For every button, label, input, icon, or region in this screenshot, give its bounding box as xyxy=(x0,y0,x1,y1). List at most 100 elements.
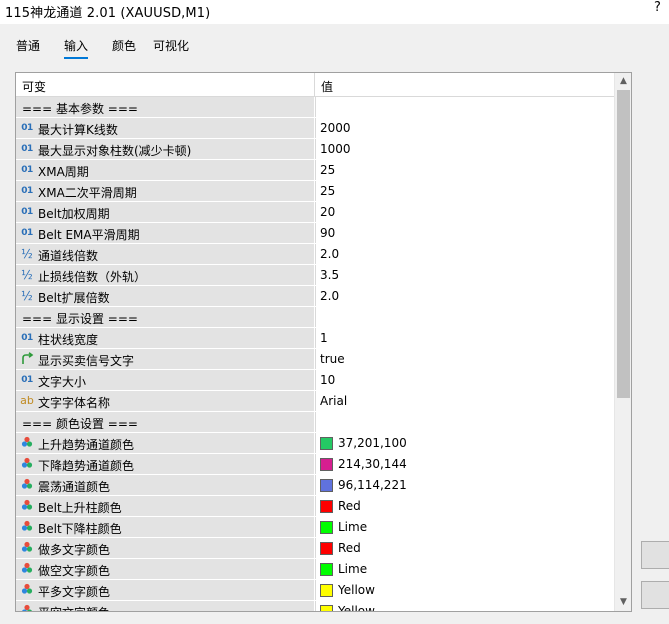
value-cell[interactable]: 10 xyxy=(315,370,614,390)
variable-cell[interactable]: Belt上升柱颜色 xyxy=(16,496,314,516)
variable-cell[interactable]: === 颜色设置 === xyxy=(16,412,314,432)
value-cell[interactable]: Lime xyxy=(315,517,614,537)
variable-cell[interactable]: === 基本参数 === xyxy=(16,97,314,117)
tab-inputs[interactable]: 输入 xyxy=(64,37,89,59)
value-cell[interactable]: 25 xyxy=(315,160,614,180)
group-row[interactable]: === 基本参数 === xyxy=(16,97,614,118)
variable-cell[interactable]: ½ Belt扩展倍数 xyxy=(16,286,314,306)
parameter-row[interactable]: 01 Belt EMA平滑周期 90 xyxy=(16,223,614,244)
variable-cell[interactable]: Belt下降柱颜色 xyxy=(16,517,314,537)
color-swatch[interactable] xyxy=(320,521,333,534)
parameter-row[interactable]: ab 文字字体名称 Arial xyxy=(16,391,614,412)
parameter-row[interactable]: 01 XMA二次平滑周期 25 xyxy=(16,181,614,202)
value-cell[interactable]: Yellow xyxy=(315,601,614,611)
parameter-row[interactable]: ½ Belt扩展倍数 2.0 xyxy=(16,286,614,307)
value-cell[interactable]: 2000 xyxy=(315,118,614,138)
value-cell[interactable] xyxy=(315,412,614,432)
parameter-row[interactable]: 01 XMA周期 25 xyxy=(16,160,614,181)
variable-cell[interactable]: ½ 止损线倍数（外轨） xyxy=(16,265,314,285)
value-cell[interactable]: 37,201,100 xyxy=(315,433,614,453)
value-cell[interactable]: Yellow xyxy=(315,580,614,600)
parameter-row[interactable]: Belt上升柱颜色 Red xyxy=(16,496,614,517)
variable-cell[interactable]: 01 Belt EMA平滑周期 xyxy=(16,223,314,243)
value-cell[interactable]: 214,30,144 xyxy=(315,454,614,474)
variable-label: === 颜色设置 === xyxy=(22,417,138,431)
column-separator[interactable] xyxy=(314,73,315,97)
group-row[interactable]: === 颜色设置 === xyxy=(16,412,614,433)
tab-colors[interactable]: 颜色 xyxy=(112,37,136,54)
value-cell[interactable] xyxy=(315,97,614,117)
variable-cell[interactable]: 01 Belt加权周期 xyxy=(16,202,314,222)
variable-cell[interactable]: 01 文字大小 xyxy=(16,370,314,390)
color-swatch[interactable] xyxy=(320,479,333,492)
value-cell[interactable]: 2.0 xyxy=(315,244,614,264)
value-cell[interactable]: 2.0 xyxy=(315,286,614,306)
color-swatch[interactable] xyxy=(320,437,333,450)
tab-visualization[interactable]: 可视化 xyxy=(153,37,189,54)
parameter-row[interactable]: Belt下降柱颜色 Lime xyxy=(16,517,614,538)
scroll-up-arrow-icon[interactable]: ▲ xyxy=(615,73,631,90)
color-swatch[interactable] xyxy=(320,542,333,555)
parameter-row[interactable]: 上升趋势通道颜色 37,201,100 xyxy=(16,433,614,454)
variable-cell[interactable]: 上升趋势通道颜色 xyxy=(16,433,314,453)
value-cell[interactable]: 90 xyxy=(315,223,614,243)
variable-cell[interactable]: 01 最大显示对象柱数(减少卡顿) xyxy=(16,139,314,159)
variable-cell[interactable]: 01 XMA二次平滑周期 xyxy=(16,181,314,201)
value-cell[interactable]: 1 xyxy=(315,328,614,348)
parameter-row[interactable]: 01 柱状线宽度 1 xyxy=(16,328,614,349)
group-row[interactable]: === 显示设置 === xyxy=(16,307,614,328)
tab-general[interactable]: 普通 xyxy=(16,37,40,54)
variable-cell[interactable]: 01 柱状线宽度 xyxy=(16,328,314,348)
value-cell[interactable]: Lime xyxy=(315,559,614,579)
parameter-row[interactable]: ½ 止损线倍数（外轨） 3.5 xyxy=(16,265,614,286)
value-cell[interactable]: Arial xyxy=(315,391,614,411)
variable-cell[interactable]: 震荡通道颜色 xyxy=(16,475,314,495)
variable-cell[interactable]: 做多文字颜色 xyxy=(16,538,314,558)
variable-cell[interactable]: 显示买卖信号文字 xyxy=(16,349,314,369)
color-swatch[interactable] xyxy=(320,500,333,513)
parameter-row[interactable]: 做多文字颜色 Red xyxy=(16,538,614,559)
parameter-row[interactable]: 01 文字大小 10 xyxy=(16,370,614,391)
variable-cell[interactable]: 下降趋势通道颜色 xyxy=(16,454,314,474)
color-swatch[interactable] xyxy=(320,563,333,576)
value-cell[interactable]: 96,114,221 xyxy=(315,475,614,495)
value-cell[interactable]: Red xyxy=(315,496,614,516)
variable-cell[interactable]: ab 文字字体名称 xyxy=(16,391,314,411)
value-cell[interactable]: Red xyxy=(315,538,614,558)
value-cell[interactable]: 1000 xyxy=(315,139,614,159)
parameter-row[interactable]: 下降趋势通道颜色 214,30,144 xyxy=(16,454,614,475)
variable-cell[interactable]: 平空文字颜色 xyxy=(16,601,314,611)
side-button-upper[interactable] xyxy=(641,541,669,569)
variable-cell[interactable]: 01 XMA周期 xyxy=(16,160,314,180)
help-button[interactable]: ? xyxy=(654,0,661,15)
parameter-row[interactable]: 震荡通道颜色 96,114,221 xyxy=(16,475,614,496)
side-button-lower[interactable] xyxy=(641,581,669,609)
color-icon xyxy=(20,478,34,492)
color-swatch[interactable] xyxy=(320,605,333,611)
parameter-row[interactable]: 显示买卖信号文字 true xyxy=(16,349,614,370)
parameter-row[interactable]: ½ 通道线倍数 2.0 xyxy=(16,244,614,265)
parameter-row[interactable]: 做空文字颜色 Lime xyxy=(16,559,614,580)
vertical-scrollbar[interactable]: ▲ ▼ xyxy=(614,73,631,611)
parameter-row[interactable]: 01 最大计算K线数 2000 xyxy=(16,118,614,139)
scrollbar-thumb[interactable] xyxy=(617,90,630,398)
parameter-row[interactable]: 平空文字颜色 Yellow xyxy=(16,601,614,611)
variable-cell[interactable]: 平多文字颜色 xyxy=(16,580,314,600)
scroll-down-arrow-icon[interactable]: ▼ xyxy=(615,594,631,611)
parameter-row[interactable]: 01 最大显示对象柱数(减少卡顿) 1000 xyxy=(16,139,614,160)
color-swatch[interactable] xyxy=(320,584,333,597)
parameter-row[interactable]: 平多文字颜色 Yellow xyxy=(16,580,614,601)
parameter-row[interactable]: 01 Belt加权周期 20 xyxy=(16,202,614,223)
column-header-value[interactable]: 值 xyxy=(321,78,333,95)
value-cell[interactable]: true xyxy=(315,349,614,369)
variable-cell[interactable]: 01 最大计算K线数 xyxy=(16,118,314,138)
variable-cell[interactable]: === 显示设置 === xyxy=(16,307,314,327)
variable-cell[interactable]: ½ 通道线倍数 xyxy=(16,244,314,264)
value-cell[interactable] xyxy=(315,307,614,327)
column-header-variable[interactable]: 可变 xyxy=(22,78,46,95)
value-cell[interactable]: 20 xyxy=(315,202,614,222)
value-cell[interactable]: 3.5 xyxy=(315,265,614,285)
color-swatch[interactable] xyxy=(320,458,333,471)
value-cell[interactable]: 25 xyxy=(315,181,614,201)
variable-cell[interactable]: 做空文字颜色 xyxy=(16,559,314,579)
